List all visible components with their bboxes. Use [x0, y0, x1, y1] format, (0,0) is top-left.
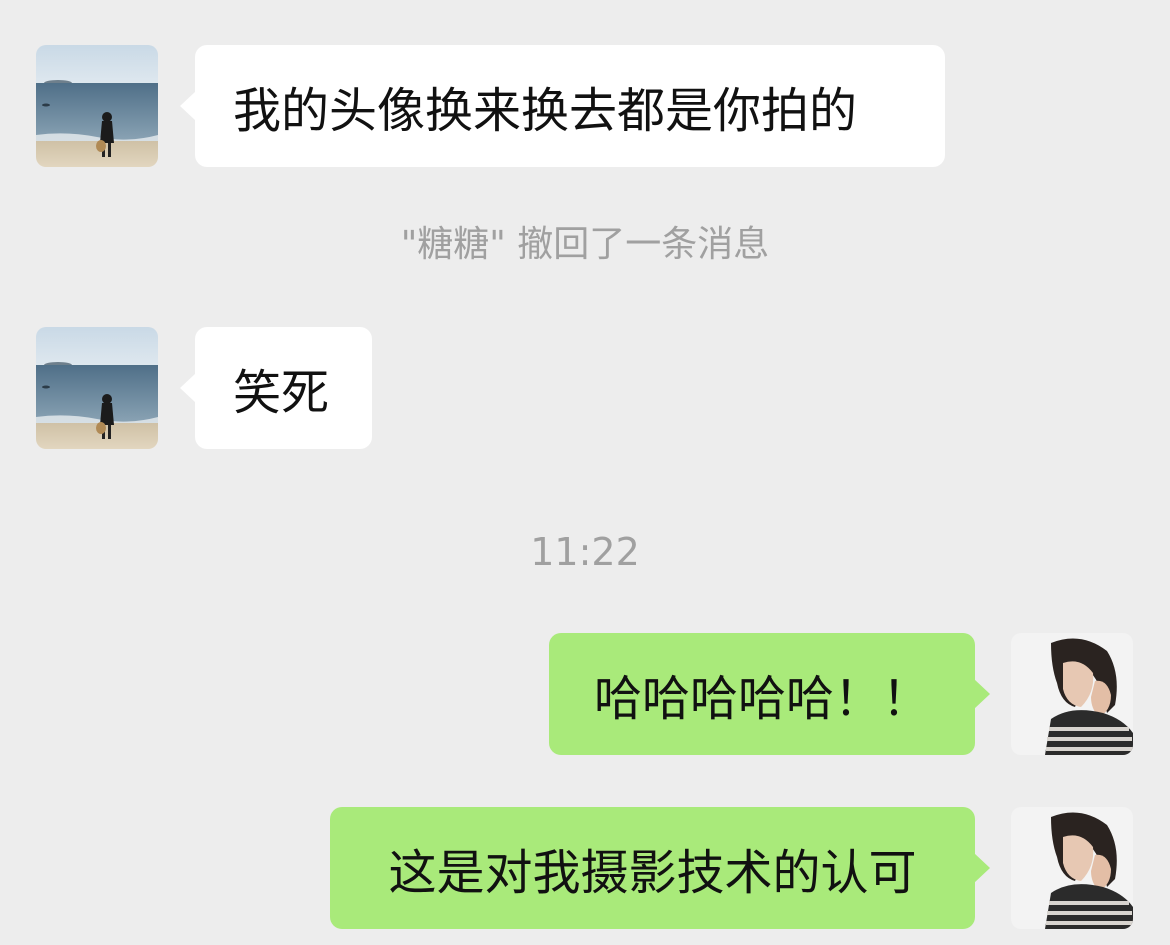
beach-photo-icon	[36, 327, 158, 449]
message-text: 笑死	[233, 365, 330, 421]
self-avatar[interactable]	[1011, 633, 1133, 755]
sender-avatar[interactable]	[36, 327, 158, 449]
portrait-photo-icon	[1011, 807, 1133, 929]
timestamp: 11:22	[530, 530, 640, 574]
portrait-photo-icon	[1011, 633, 1133, 755]
message-text: 这是对我摄影技术的认可	[388, 845, 917, 901]
message-text: 哈哈哈哈哈！！	[593, 671, 930, 727]
sender-avatar[interactable]	[36, 45, 158, 167]
message-bubble-outgoing[interactable]: 哈哈哈哈哈！！	[549, 633, 990, 755]
message-bubble-incoming[interactable]: 我的头像换来换去都是你拍的	[180, 45, 945, 167]
message-text: 我的头像换来换去都是你拍的	[233, 83, 858, 139]
beach-photo-icon	[36, 45, 158, 167]
message-bubble-outgoing[interactable]: 这是对我摄影技术的认可	[330, 807, 990, 929]
recall-notice: "糖糖" 撤回了一条消息	[400, 224, 770, 265]
self-avatar[interactable]	[1011, 807, 1133, 929]
message-bubble-incoming[interactable]: 笑死	[180, 327, 372, 449]
